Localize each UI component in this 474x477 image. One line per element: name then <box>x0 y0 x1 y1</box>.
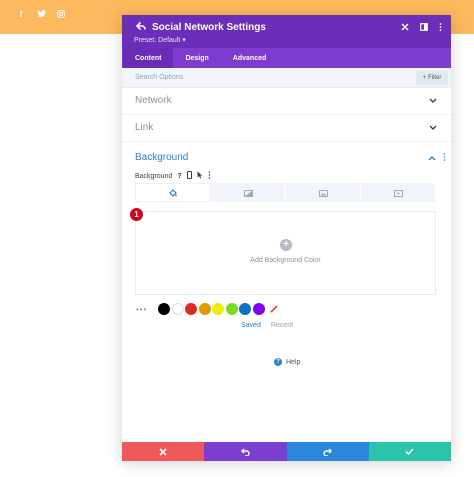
tab-content[interactable]: Content <box>123 48 174 68</box>
background-type-tabs <box>135 183 436 202</box>
close-icon[interactable] <box>401 23 409 33</box>
help-label: Help <box>286 358 301 366</box>
section-title: Network <box>135 95 172 106</box>
twitter-icon[interactable] <box>36 8 46 20</box>
redo-button[interactable] <box>286 442 369 461</box>
settings-modal: Social Network Settings Preset: Default … <box>122 15 451 461</box>
background-color-preview[interactable]: + Add Background Color <box>135 211 436 295</box>
swatch-red[interactable] <box>185 303 198 315</box>
color-swatch-row: ••• <box>136 303 280 315</box>
clear-color-icon[interactable] <box>268 303 280 315</box>
help-question-icon[interactable]: ? <box>177 173 181 180</box>
swatch-purple[interactable] <box>252 303 265 315</box>
help-link[interactable]: ? Help <box>274 358 300 366</box>
background-field-label: Background <box>135 172 173 180</box>
cursor-icon[interactable] <box>197 171 203 181</box>
step-badge: 1 <box>130 208 143 221</box>
swatch-blue[interactable] <box>239 303 252 315</box>
save-button[interactable] <box>368 442 451 461</box>
cancel-button[interactable] <box>122 442 205 461</box>
check-icon <box>405 448 414 455</box>
undo-button[interactable] <box>204 442 287 461</box>
swatch-orange[interactable] <box>198 303 211 315</box>
swatch-green[interactable] <box>225 303 238 315</box>
image-tab[interactable] <box>286 183 361 202</box>
chevron-down-icon <box>429 96 437 105</box>
filter-button[interactable]: + Filter <box>416 71 448 85</box>
facebook-icon[interactable]: f <box>16 8 26 20</box>
color-fill-icon <box>169 184 177 202</box>
undo-icon <box>240 448 250 456</box>
video-icon <box>393 184 403 202</box>
mobile-icon[interactable] <box>186 171 192 181</box>
help-icon: ? <box>274 358 282 366</box>
swatch-white[interactable] <box>171 303 184 315</box>
video-tab[interactable] <box>361 183 436 202</box>
add-plus-icon[interactable]: + <box>280 239 292 251</box>
chevron-down-icon <box>429 123 437 132</box>
background-field-label-row: Background ? <box>135 171 211 181</box>
saved-palette-tab[interactable]: Saved <box>241 322 261 329</box>
search-options-bar: Search Options + Filter <box>122 68 451 88</box>
section-more-icon[interactable] <box>443 153 446 163</box>
section-title: Link <box>135 122 154 133</box>
social-icons: f <box>16 8 66 20</box>
add-background-color-label[interactable]: Add Background Color <box>136 257 435 264</box>
color-fill-tab[interactable] <box>135 183 211 202</box>
section-link[interactable]: Link <box>122 115 451 142</box>
image-icon <box>318 184 328 202</box>
redo-icon <box>323 448 333 456</box>
instagram-icon[interactable] <box>56 8 66 20</box>
modal-title: Social Network Settings <box>152 22 266 33</box>
swatch-black[interactable] <box>158 303 171 315</box>
gradient-tab[interactable] <box>211 183 286 202</box>
section-network[interactable]: Network <box>122 88 451 115</box>
section-title-background[interactable]: Background <box>135 152 188 163</box>
search-options-input[interactable]: Search Options <box>135 74 183 81</box>
tab-design[interactable]: Design <box>173 48 220 68</box>
more-swatches-icon[interactable]: ••• <box>136 305 147 314</box>
recent-palette-tab[interactable]: Recent <box>271 322 293 329</box>
modal-tabs: Content Design Advanced <box>122 48 451 68</box>
field-more-icon[interactable] <box>208 171 211 181</box>
back-arrow-icon[interactable] <box>136 22 146 34</box>
palette-tabs: Saved Recent <box>241 322 293 329</box>
gradient-icon <box>243 184 253 202</box>
sidebar-toggle-icon[interactable] <box>420 23 428 33</box>
filter-label: Filter <box>428 75 442 81</box>
swatch-yellow[interactable] <box>212 303 225 315</box>
close-icon <box>159 447 167 456</box>
modal-footer <box>122 442 451 461</box>
preset-selector[interactable]: Preset: Default ▾ <box>134 36 186 44</box>
more-options-icon[interactable] <box>439 23 442 33</box>
tab-advanced[interactable]: Advanced <box>221 48 278 68</box>
plus-icon: + <box>422 75 427 81</box>
chevron-up-icon[interactable] <box>428 154 436 163</box>
modal-header: Social Network Settings Preset: Default … <box>122 15 451 48</box>
